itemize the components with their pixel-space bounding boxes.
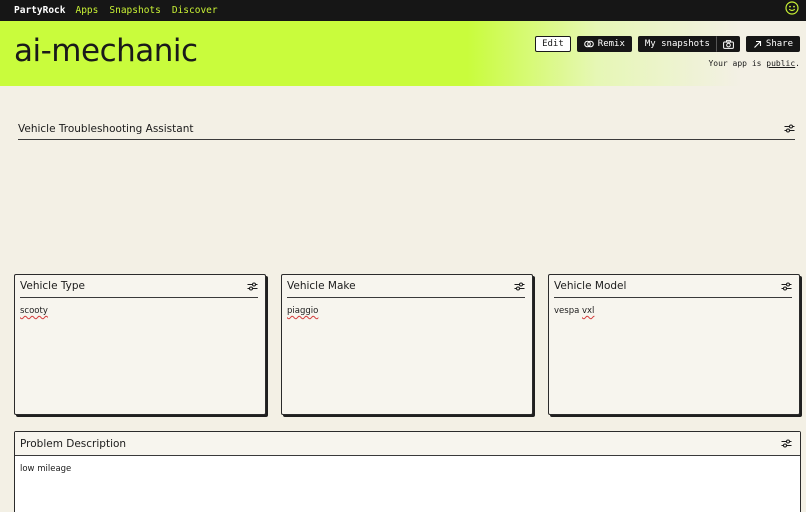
assistant-widget-title: Vehicle Troubleshooting Assistant xyxy=(18,122,194,135)
vehicle-model-value-flagged: vxl xyxy=(582,306,595,316)
visibility-suffix: . xyxy=(795,59,800,68)
problem-description-label: Problem Description xyxy=(20,437,127,450)
snapshot-camera-button[interactable] xyxy=(716,36,740,52)
vehicle-model-widget: Vehicle Model vespa vxl xyxy=(548,274,800,415)
vehicle-model-label: Vehicle Model xyxy=(554,280,627,292)
vehicle-type-label: Vehicle Type xyxy=(20,280,86,292)
vehicle-model-input[interactable]: vespa vxl xyxy=(554,306,594,316)
visibility-note: Your app is public. xyxy=(708,59,800,68)
share-button-label: Share xyxy=(765,39,793,49)
camera-icon xyxy=(723,39,734,49)
app-header: ai-mechanic Edit Remix My snapshots Shar… xyxy=(0,21,806,86)
remix-button[interactable]: Remix xyxy=(576,36,632,52)
app-title: ai-mechanic xyxy=(14,33,198,69)
nav-apps[interactable]: Apps xyxy=(75,5,98,16)
settings-sliders-icon[interactable] xyxy=(514,282,525,291)
vehicle-type-widget: Vehicle Type scooty xyxy=(14,274,266,415)
my-snapshots-button[interactable]: My snapshots xyxy=(637,36,717,52)
arrow-up-right-icon xyxy=(754,40,761,48)
problem-description-header: Problem Description xyxy=(15,432,800,456)
settings-sliders-icon[interactable] xyxy=(781,439,792,448)
edit-button-label: Edit xyxy=(542,39,564,49)
brand-logo[interactable]: PartyRock xyxy=(14,5,65,16)
nav-snapshots[interactable]: Snapshots xyxy=(109,5,160,16)
vehicle-type-input[interactable]: scooty xyxy=(20,306,48,316)
problem-description-input[interactable]: low mileage xyxy=(20,464,71,474)
vehicle-model-header: Vehicle Model xyxy=(554,275,792,298)
remix-button-label: Remix xyxy=(597,39,625,49)
settings-sliders-icon[interactable] xyxy=(781,282,792,291)
my-snapshots-label: My snapshots xyxy=(644,39,710,49)
settings-sliders-icon[interactable] xyxy=(784,124,795,133)
header-actions: Edit Remix My snapshots Share xyxy=(535,36,800,52)
visibility-link[interactable]: public xyxy=(766,59,795,68)
remix-icon xyxy=(583,40,594,48)
share-button[interactable]: Share xyxy=(745,36,800,52)
vehicle-make-input[interactable]: piaggio xyxy=(287,306,318,316)
vehicle-make-header: Vehicle Make xyxy=(287,275,525,298)
vehicle-model-value-text: vespa xyxy=(554,306,582,316)
vehicle-type-header: Vehicle Type xyxy=(20,275,258,298)
problem-description-widget: Problem Description low mileage xyxy=(14,431,801,512)
smiley-icon[interactable] xyxy=(785,1,799,15)
nav-discover[interactable]: Discover xyxy=(172,5,218,16)
visibility-prefix: Your app is xyxy=(708,59,767,68)
assistant-widget-header: Vehicle Troubleshooting Assistant xyxy=(18,118,795,140)
snapshots-group: My snapshots xyxy=(637,36,740,52)
top-navbar: PartyRock Apps Snapshots Discover xyxy=(0,0,806,21)
settings-sliders-icon[interactable] xyxy=(247,282,258,291)
vehicle-make-widget: Vehicle Make piaggio xyxy=(281,274,533,415)
vehicle-make-label: Vehicle Make xyxy=(287,280,356,292)
edit-button[interactable]: Edit xyxy=(535,36,571,52)
